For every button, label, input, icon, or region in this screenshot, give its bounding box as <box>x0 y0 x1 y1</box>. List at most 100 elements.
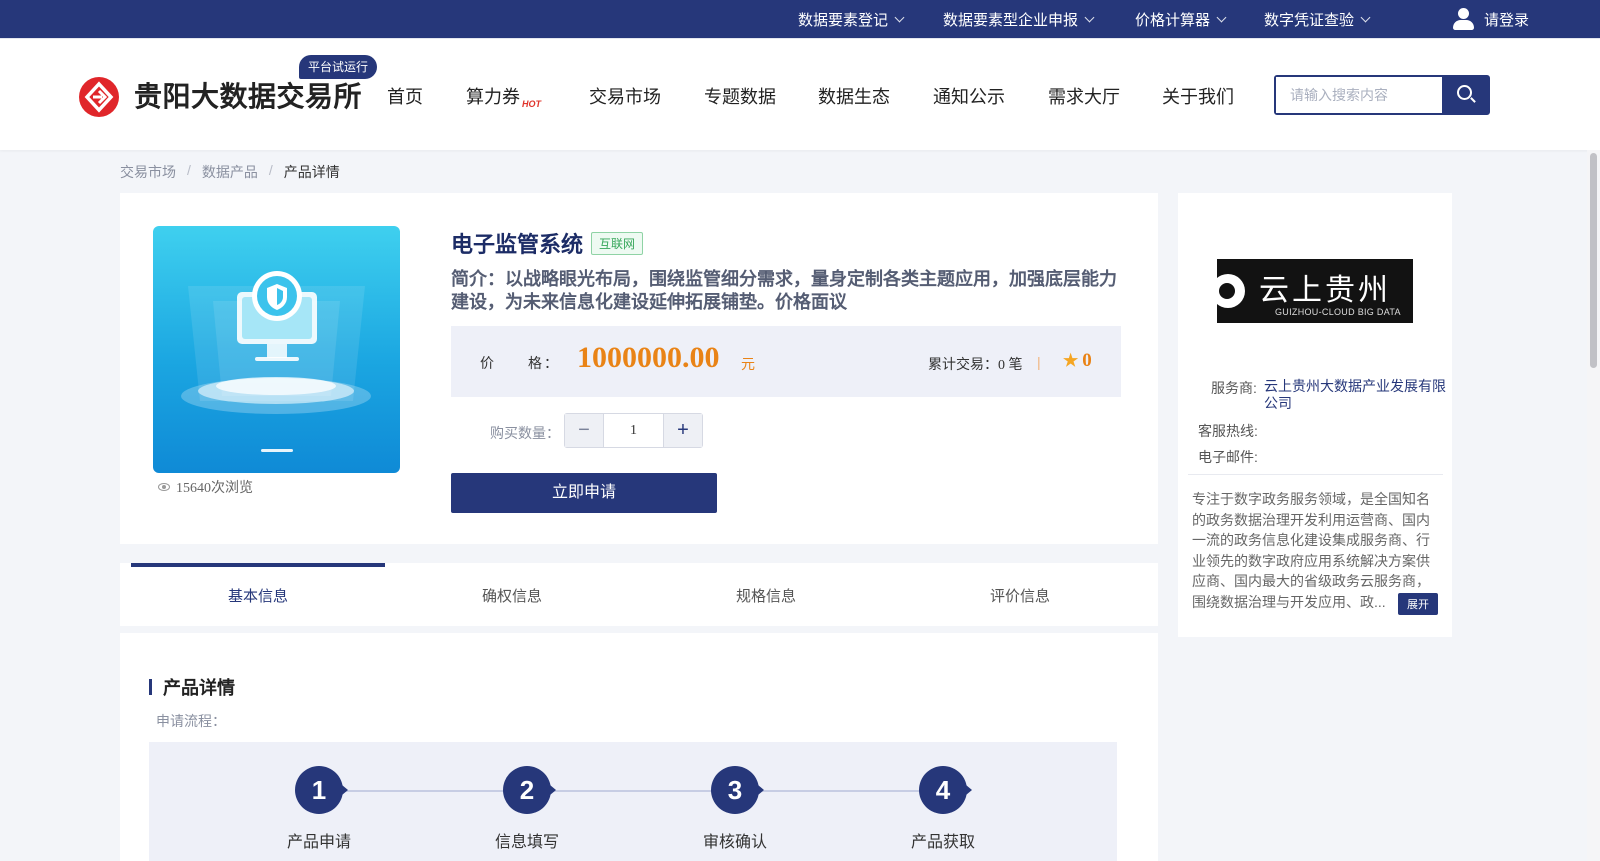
star-icon: ★ <box>1063 351 1079 370</box>
section-title-text: 产品详情 <box>163 678 235 698</box>
price-label: 价 格： <box>480 355 560 371</box>
eye-icon <box>158 483 170 491</box>
step-label: 审核确认 <box>702 834 767 851</box>
site-title[interactable]: 贵阳大数据交易所 <box>134 75 362 115</box>
site-header: 贵阳大数据交易所 平台试运行 首页 算力券 HOT 交易市场 专题数据 数据生态 … <box>0 38 1600 150</box>
quantity-value[interactable]: 1 <box>603 414 664 447</box>
hot-badge: HOT <box>522 99 541 109</box>
nav-demand-hall[interactable]: 需求大厅 <box>1048 83 1120 109</box>
page-scrollbar[interactable] <box>1587 150 1600 861</box>
step-4: 4 产品获取 <box>883 766 1003 852</box>
nav-notices[interactable]: 通知公示 <box>933 83 1005 109</box>
provider-card: 云上贵州 GUIZHOU-CLOUD BIG DATA 服务商: 云上贵州大数据… <box>1178 193 1452 637</box>
topnav-price-calculator[interactable]: 价格计算器 <box>1135 0 1227 38</box>
exchange-logo-icon[interactable] <box>78 76 120 118</box>
price-value: 1000000.00 <box>577 341 720 374</box>
tab-basic-info[interactable]: 基本信息 <box>131 563 385 626</box>
chevron-down-icon <box>1216 12 1227 22</box>
tab-reviews[interactable]: 评价信息 <box>893 563 1147 626</box>
search-button[interactable] <box>1442 77 1488 113</box>
title-accent-bar <box>149 679 152 695</box>
topnav-label: 数据要素型企业申报 <box>943 11 1079 29</box>
provider-logo-subtext: GUIZHOU-CLOUD BIG DATA <box>1275 307 1401 317</box>
chevron-down-icon <box>1084 12 1095 22</box>
step-connector-line <box>319 790 943 792</box>
provider-logo-text: 云上贵州 <box>1259 273 1391 308</box>
price-box: 价 格： 1000000.00 元 累计交易：0 笔 | ★ 0 <box>451 326 1121 397</box>
nav-label: 算力券 <box>466 87 520 107</box>
section-title: 产品详情 <box>149 674 235 700</box>
quantity-label: 购买数量： <box>490 425 560 441</box>
tab-rights-info[interactable]: 确权信息 <box>385 563 639 626</box>
category-tag: 互联网 <box>591 231 644 255</box>
top-bar: 数据要素登记 数据要素型企业申报 价格计算器 数字凭证查验 请登录 <box>0 0 1600 38</box>
view-count-text: 15640次浏览 <box>176 481 253 496</box>
expand-button[interactable]: 展开 <box>1398 593 1438 615</box>
login-label: 请登录 <box>1484 11 1530 29</box>
increase-button[interactable]: + <box>664 414 702 447</box>
step-number: 3 <box>711 766 764 814</box>
product-card: 15640次浏览 电子监管系统 互联网 简介：以战略眼光布局，围绕监管细分需求，… <box>120 193 1158 544</box>
step-number: 2 <box>503 766 556 814</box>
tab-spec-info[interactable]: 规格信息 <box>639 563 893 626</box>
provider-label: 服务商: <box>1211 380 1257 396</box>
login-link[interactable]: 请登录 <box>1452 0 1529 38</box>
monitor-shield-illustration <box>181 271 371 452</box>
trial-badge: 平台试运行 <box>299 55 378 79</box>
breadcrumb-data-products[interactable]: 数据产品 <box>202 162 258 182</box>
breadcrumb-separator: / <box>268 162 273 178</box>
minus-icon: − <box>578 419 590 441</box>
divider: | <box>1037 354 1041 370</box>
user-icon <box>1452 7 1474 31</box>
step-3: 3 审核确认 <box>675 766 795 852</box>
apply-button[interactable]: 立即申请 <box>451 473 717 513</box>
breadcrumb-separator: / <box>187 162 191 178</box>
chevron-down-icon <box>1360 12 1371 22</box>
provider-logo: 云上贵州 GUIZHOU-CLOUD BIG DATA <box>1217 259 1413 323</box>
topnav-enterprise-declaration[interactable]: 数据要素型企业申报 <box>943 0 1095 38</box>
nav-topic-data[interactable]: 专题数据 <box>704 83 776 109</box>
breadcrumb: 交易市场 / 数据产品 / 产品详情 <box>120 162 340 182</box>
email-label: 电子邮件: <box>1198 449 1258 465</box>
nav-compute-voucher[interactable]: 算力券 HOT <box>466 83 541 109</box>
step-number: 1 <box>295 766 348 814</box>
step-label: 产品获取 <box>910 834 975 851</box>
view-count: 15640次浏览 <box>158 477 253 497</box>
nav-home[interactable]: 首页 <box>387 83 423 109</box>
detail-tabs: 基本信息 确权信息 规格信息 评价信息 <box>120 563 1158 626</box>
application-flow: 1 产品申请 2 信息填写 3 审核确认 4 产品获取 <box>149 742 1117 861</box>
product-details: 产品详情 申请流程： 1 产品申请 2 信息填写 3 审核确认 4 产品获取 <box>120 633 1158 861</box>
chevron-down-icon <box>894 12 905 22</box>
price-unit: 元 <box>741 356 755 372</box>
product-title-row: 电子监管系统 互联网 <box>451 227 644 259</box>
rating-value: 0 <box>1082 350 1092 371</box>
plus-icon: + <box>677 419 689 441</box>
rating: ★ 0 <box>1063 350 1092 372</box>
provider-logo-mark <box>1217 274 1245 308</box>
step-label: 产品申请 <box>286 834 351 851</box>
nav-market[interactable]: 交易市场 <box>589 83 661 109</box>
search-box <box>1274 75 1490 115</box>
breadcrumb-current: 产品详情 <box>283 164 340 180</box>
search-input[interactable] <box>1276 77 1442 113</box>
scrollbar-thumb[interactable] <box>1590 153 1597 368</box>
step-label: 信息填写 <box>494 834 559 851</box>
product-title: 电子监管系统 <box>451 232 584 257</box>
provider-name[interactable]: 云上贵州大数据产业发展有限公司 <box>1264 378 1449 412</box>
hotline-label: 客服热线: <box>1198 423 1258 439</box>
decrease-button[interactable]: − <box>565 414 603 447</box>
deal-count: 累计交易：0 笔 <box>928 358 1023 373</box>
quantity-stepper: − 1 + <box>564 413 703 448</box>
breadcrumb-market[interactable]: 交易市场 <box>120 162 176 182</box>
step-number: 4 <box>919 766 972 814</box>
topnav-label: 价格计算器 <box>1135 11 1211 29</box>
topnav-data-registration[interactable]: 数据要素登记 <box>798 0 905 38</box>
step-2: 2 信息填写 <box>467 766 587 852</box>
nav-about[interactable]: 关于我们 <box>1162 83 1234 109</box>
step-1: 1 产品申请 <box>259 766 379 852</box>
nav-ecosystem[interactable]: 数据生态 <box>818 83 890 109</box>
topnav-label: 数据要素登记 <box>798 11 889 29</box>
product-image <box>153 226 400 473</box>
topnav-certificate-check[interactable]: 数字凭证查验 <box>1264 0 1371 38</box>
topnav-label: 数字凭证查验 <box>1264 11 1355 29</box>
